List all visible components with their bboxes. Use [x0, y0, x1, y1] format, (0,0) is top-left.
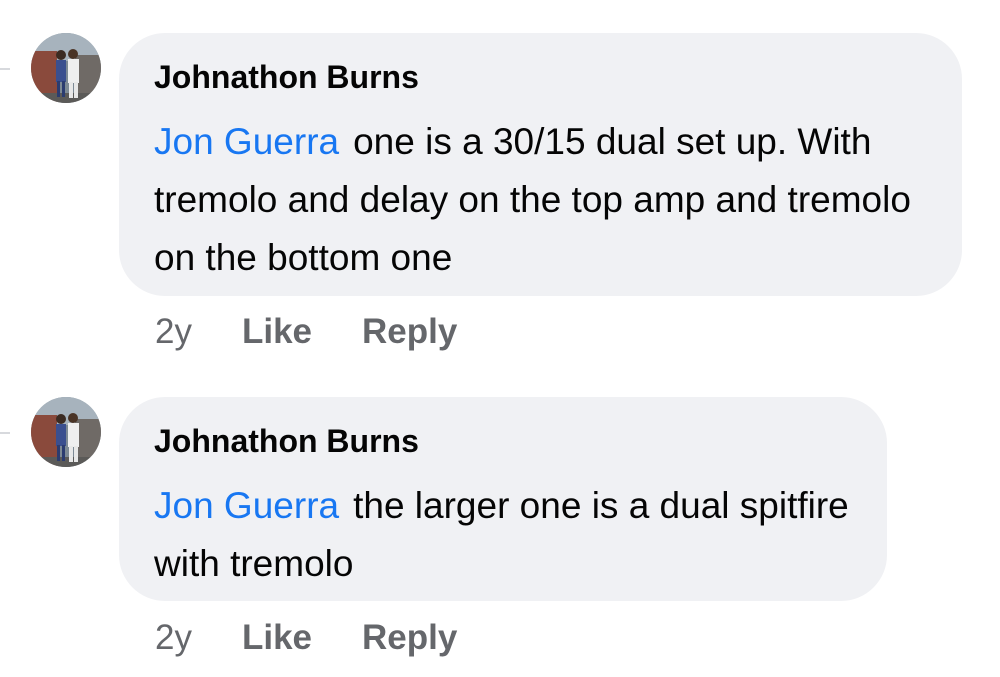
reply-button[interactable]: Reply — [362, 618, 457, 658]
comment-text: Jon Guerra the larger one is a dual spitf… — [154, 477, 853, 593]
avatar-photo — [31, 33, 101, 103]
like-button[interactable]: Like — [242, 312, 312, 352]
comment-bubble: Johnathon Burns Jon Guerra the larger one… — [119, 397, 887, 601]
comment-bubble: Johnathon Burns Jon Guerra one is a 30/15… — [119, 33, 962, 296]
comment-thread: Johnathon Burns Jon Guerra one is a 30/15… — [0, 0, 1000, 677]
avatar-photo — [31, 397, 101, 467]
mention-link[interactable]: Jon Guerra — [154, 485, 339, 526]
comment-author[interactable]: Johnathon Burns — [154, 57, 928, 97]
avatar[interactable] — [31, 397, 101, 467]
comment-text: Jon Guerra one is a 30/15 dual set up. Wi… — [154, 113, 928, 287]
like-button[interactable]: Like — [242, 618, 312, 658]
comment-actions: 2y Like Reply — [155, 312, 457, 352]
thread-connector — [0, 68, 10, 70]
avatar[interactable] — [31, 33, 101, 103]
comment-timestamp[interactable]: 2y — [155, 312, 192, 352]
reply-button[interactable]: Reply — [362, 312, 457, 352]
comment-actions: 2y Like Reply — [155, 618, 457, 658]
comment-author[interactable]: Johnathon Burns — [154, 421, 853, 461]
mention-link[interactable]: Jon Guerra — [154, 121, 339, 162]
thread-connector — [0, 432, 10, 434]
comment-timestamp[interactable]: 2y — [155, 618, 192, 658]
